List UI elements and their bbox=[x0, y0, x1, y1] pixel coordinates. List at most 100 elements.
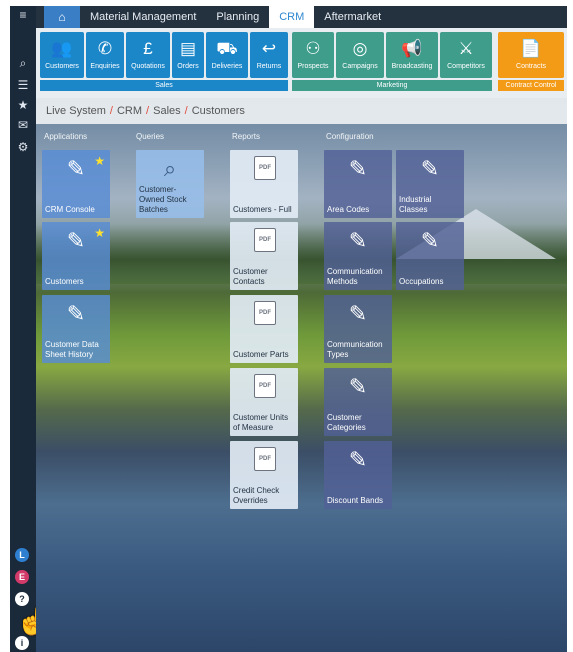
list-icon[interactable]: ☰ bbox=[10, 76, 36, 94]
gear-icon[interactable]: ⚙ bbox=[10, 138, 36, 156]
tile-label: Customer Categories bbox=[327, 413, 366, 432]
ribbon-enquiries-button[interactable]: ✆ Enquiries bbox=[86, 32, 124, 78]
left-rail: ≡ ⌕ ☰ ★ ✉ ⚙ L E ? i ☝ bbox=[10, 6, 48, 652]
returns-icon: ↩ bbox=[261, 39, 277, 58]
tile-credit-check-overrides[interactable]: PDF Credit Check Overrides bbox=[230, 441, 298, 509]
competitors-icon: ⚔ bbox=[458, 39, 474, 58]
breadcrumb-separator: / bbox=[184, 105, 188, 117]
tile-crm-console[interactable]: ✎ ★ CRM Console bbox=[42, 150, 110, 218]
ribbon-prospects-button[interactable]: ⚇ Prospects bbox=[292, 32, 334, 78]
pdf-icon: PDF bbox=[254, 447, 276, 471]
customers-icon: 👥 bbox=[51, 39, 73, 58]
top-nav: ⌂ Material Management Planning CRM After… bbox=[36, 6, 567, 28]
ribbon-competitors-button[interactable]: ⚔ Competitors bbox=[440, 32, 492, 78]
info-icon[interactable]: i bbox=[15, 636, 29, 650]
mail-icon[interactable]: ✉ bbox=[10, 116, 36, 134]
ribbon-label: Returns bbox=[256, 63, 282, 70]
favorite-star-icon[interactable]: ★ bbox=[94, 226, 105, 240]
megaphone-icon: 📢 bbox=[401, 39, 423, 58]
tile-customers[interactable]: ✎ ★ Customers bbox=[42, 222, 110, 290]
tile-label: Occupations bbox=[399, 277, 444, 286]
tile-discount-bands[interactable]: ✎ Discount Bands bbox=[324, 441, 392, 509]
breadcrumb-live-system[interactable]: Live System bbox=[46, 105, 106, 117]
tile-label: Customers bbox=[45, 277, 84, 286]
tile-label: Area Codes bbox=[327, 205, 370, 214]
breadcrumb-separator: / bbox=[146, 105, 150, 117]
magnifier-icon: ⌕ bbox=[163, 156, 177, 181]
ribbon-orders-button[interactable]: ▤ Orders bbox=[172, 32, 204, 78]
search-icon[interactable]: ⌕ bbox=[10, 54, 36, 72]
pencil-icon: ✎ bbox=[420, 156, 440, 181]
pencil-icon: ✎ bbox=[348, 301, 368, 326]
tile-industrial-classes[interactable]: ✎ Industrial Classes bbox=[396, 150, 464, 218]
ribbon-label: Orders bbox=[177, 63, 199, 70]
ribbon-label: Prospects bbox=[297, 63, 329, 70]
phone-icon: ✆ bbox=[97, 39, 113, 58]
pdf-icon: PDF bbox=[254, 374, 276, 398]
tile-customer-units-of-measure[interactable]: PDF Customer Units of Measure bbox=[230, 368, 298, 436]
menu-icon[interactable]: ≡ bbox=[10, 6, 36, 24]
star-icon[interactable]: ★ bbox=[10, 96, 36, 114]
tile-label: Credit Check Overrides bbox=[233, 486, 280, 505]
tile-communication-types[interactable]: ✎ Communication Types bbox=[324, 295, 392, 363]
launcher-content: Applications Queries Reports Configurati… bbox=[36, 124, 567, 652]
target-icon: ◎ bbox=[352, 39, 368, 58]
main-area: ⌂ Material Management Planning CRM After… bbox=[36, 6, 567, 652]
breadcrumb-crm[interactable]: CRM bbox=[117, 105, 142, 117]
breadcrumb: Live System / CRM / Sales / Customers bbox=[36, 98, 567, 124]
tab-material-management[interactable]: Material Management bbox=[80, 6, 206, 28]
user-badge-l[interactable]: L bbox=[15, 548, 29, 562]
tile-customer-parts[interactable]: PDF Customer Parts bbox=[230, 295, 298, 363]
tile-label: Communication Types bbox=[327, 340, 383, 359]
tile-label: Customer-Owned Stock Batches bbox=[139, 185, 187, 214]
pencil-icon: ✎ bbox=[348, 374, 368, 399]
group-marketing: Marketing bbox=[292, 80, 492, 91]
tile-label: Customer Data Sheet History bbox=[45, 340, 99, 359]
user-badge-e[interactable]: E bbox=[15, 570, 29, 584]
tile-communication-methods[interactable]: ✎ Communication Methods bbox=[324, 222, 392, 290]
tile-customer-data-sheet-history[interactable]: ✎ Customer Data Sheet History bbox=[42, 295, 110, 363]
breadcrumb-sales[interactable]: Sales bbox=[153, 105, 181, 117]
pencil-icon: ✎ bbox=[66, 301, 86, 326]
app-frame: ≡ ⌕ ☰ ★ ✉ ⚙ L E ? i ☝ ⌂ Material Managem… bbox=[10, 6, 567, 652]
tile-customer-contacts[interactable]: PDF Customer Contacts bbox=[230, 222, 298, 290]
pdf-icon: PDF bbox=[254, 156, 276, 180]
tile-area-codes[interactable]: ✎ Area Codes bbox=[324, 150, 392, 218]
tile-customer-categories[interactable]: ✎ Customer Categories bbox=[324, 368, 392, 436]
tile-label: Customer Parts bbox=[233, 350, 289, 359]
column-title-configuration: Configuration bbox=[326, 132, 374, 141]
breadcrumb-customers: Customers bbox=[191, 105, 245, 117]
pound-icon: £ bbox=[143, 39, 153, 58]
tile-customers-full[interactable]: PDF Customers - Full bbox=[230, 150, 298, 218]
ribbon-customers-button[interactable]: 👥 Customers bbox=[40, 32, 84, 78]
ribbon-label: Quotations bbox=[131, 63, 165, 70]
tab-aftermarket[interactable]: Aftermarket bbox=[314, 6, 391, 28]
tile-label: Industrial Classes bbox=[399, 195, 432, 214]
ribbon-quotations-button[interactable]: £ Quotations bbox=[126, 32, 170, 78]
ribbon-label: Deliveries bbox=[211, 63, 243, 70]
pencil-icon: ✎ bbox=[348, 228, 368, 253]
pencil-icon: ✎ bbox=[420, 228, 440, 253]
ribbon-label: Enquiries bbox=[90, 63, 120, 70]
ribbon-broadcasting-button[interactable]: 📢 Broadcasting bbox=[386, 32, 438, 78]
breadcrumb-separator: / bbox=[109, 105, 113, 117]
tab-crm[interactable]: CRM bbox=[269, 6, 315, 28]
group-contract-control: Contract Control bbox=[498, 80, 564, 91]
tab-planning[interactable]: Planning bbox=[206, 6, 269, 28]
ribbon-label: Competitors bbox=[447, 63, 485, 70]
home-icon[interactable]: ⌂ bbox=[44, 6, 80, 28]
ribbon-campaigns-button[interactable]: ◎ Campaigns bbox=[336, 32, 384, 78]
orders-icon: ▤ bbox=[179, 39, 197, 58]
ribbon-label: Contracts bbox=[516, 63, 546, 70]
column-title-reports: Reports bbox=[232, 132, 261, 141]
help-icon[interactable]: ? bbox=[15, 592, 29, 606]
pencil-icon: ✎ bbox=[348, 447, 368, 472]
ribbon-deliveries-button[interactable]: ⛟ Deliveries bbox=[206, 32, 248, 78]
favorite-star-icon[interactable]: ★ bbox=[94, 154, 105, 168]
tile-label: Customer Contacts bbox=[233, 267, 268, 286]
ribbon-label: Broadcasting bbox=[391, 63, 433, 70]
ribbon-contracts-button[interactable]: 📄 Contracts bbox=[498, 32, 564, 78]
tile-occupations[interactable]: ✎ Occupations bbox=[396, 222, 464, 290]
ribbon-returns-button[interactable]: ↩ Returns bbox=[250, 32, 288, 78]
tile-customer-owned-stock-batches[interactable]: ⌕ Customer-Owned Stock Batches bbox=[136, 150, 204, 218]
